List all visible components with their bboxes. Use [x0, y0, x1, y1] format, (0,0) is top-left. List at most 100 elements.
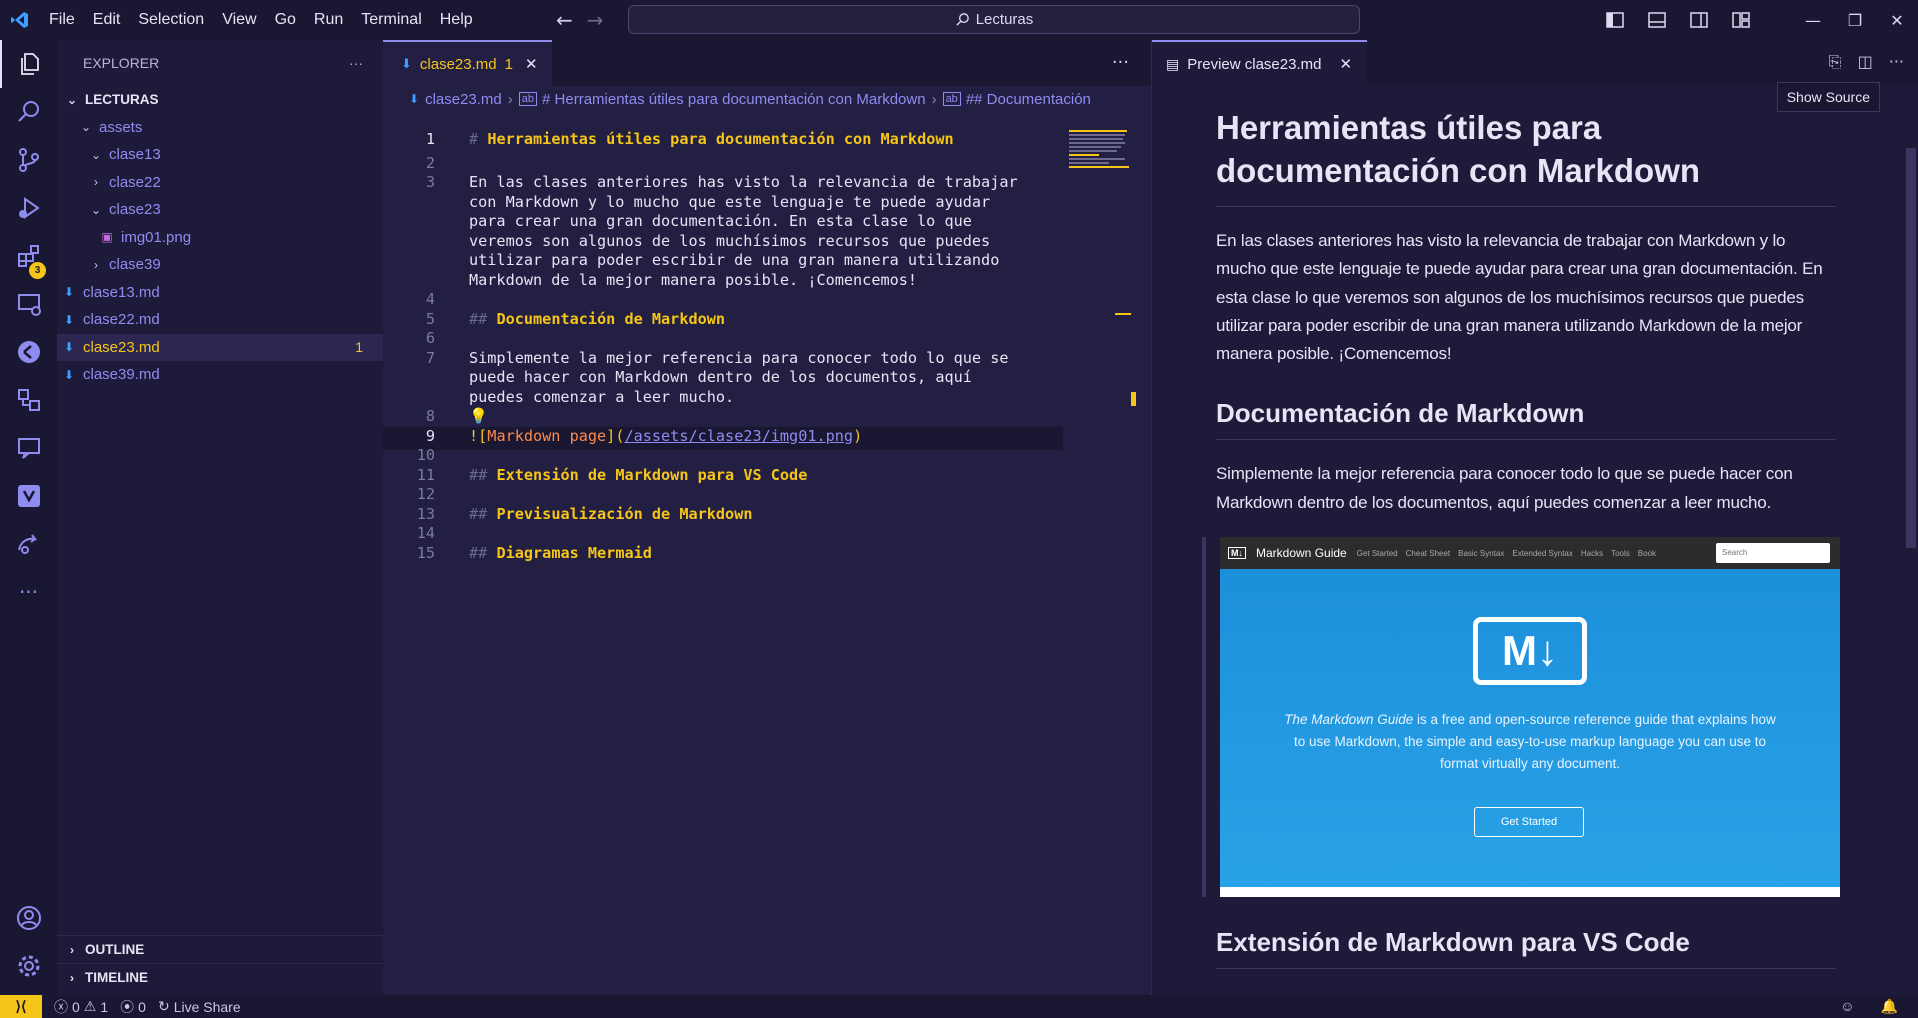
scrollbar-thumb[interactable]: [1906, 148, 1916, 548]
split-editor-icon[interactable]: ◫: [1858, 52, 1873, 72]
menu-view[interactable]: View: [213, 0, 265, 40]
live-share-icon: ↻: [157, 998, 170, 1014]
tree-file-clase13-md[interactable]: ⬇ clase13.md: [57, 279, 383, 307]
live-share-icon[interactable]: [0, 520, 57, 568]
menu-run[interactable]: Run: [305, 0, 352, 40]
menu-go[interactable]: Go: [266, 0, 305, 40]
outline-label: OUTLINE: [85, 942, 145, 957]
source-control-icon[interactable]: [0, 136, 57, 184]
search-icon[interactable]: [0, 88, 57, 136]
breadcrumb-file[interactable]: clase23.md: [425, 91, 502, 108]
notifications-bell-icon[interactable]: 🔔: [1881, 998, 1898, 1015]
more-actions-icon[interactable]: ···: [1889, 52, 1904, 72]
back-arrow-icon[interactable]: ←: [556, 8, 573, 32]
tree-file-img01[interactable]: ▣ img01.png: [57, 224, 383, 252]
live-share-status[interactable]: ↻ Live Share: [158, 998, 241, 1015]
editor-more-icon[interactable]: ···: [1112, 52, 1129, 73]
code-area[interactable]: 1 # Herramientas útiles para documentaci…: [383, 112, 1151, 995]
tree-folder-clase39[interactable]: › clase39: [57, 251, 383, 279]
close-tab-icon[interactable]: ✕: [525, 55, 538, 73]
breadcrumb-separator: ›: [931, 90, 937, 108]
ports-indicator[interactable]: ⦿ 0: [120, 997, 146, 1017]
close-window-icon[interactable]: ✕: [1876, 11, 1918, 30]
toggle-secondary-sidebar-icon[interactable]: [1690, 12, 1732, 28]
preview-scrollbar[interactable]: [1904, 106, 1918, 995]
line-number: 8: [425, 407, 435, 425]
show-source-icon[interactable]: ⎘: [1829, 52, 1842, 72]
preview-image: M↓ Markdown Guide Get Started Cheat Sheet…: [1202, 537, 1840, 898]
explorer-more-icon[interactable]: ···: [349, 55, 363, 71]
command-center-search[interactable]: Lecturas: [628, 5, 1360, 34]
toggle-sidebar-icon[interactable]: [1606, 12, 1648, 28]
line-number: 5: [425, 309, 435, 328]
minimap[interactable]: [1069, 130, 1131, 175]
line-content: # Herramientas útiles para documentación…: [469, 130, 954, 148]
get-started-button: Get Started: [1474, 807, 1584, 838]
image-file-icon: ▣: [101, 230, 113, 245]
settings-gear-icon[interactable]: [0, 942, 57, 990]
tree-folder-clase23[interactable]: ⌄ clase23: [57, 196, 383, 224]
git-graph-icon[interactable]: [0, 328, 57, 376]
line-number: 14: [416, 524, 435, 542]
timeline-section[interactable]: › TIMELINE: [57, 963, 383, 991]
site-hero: M↓ The Markdown Guide is a free and open…: [1220, 569, 1840, 898]
extensions-icon[interactable]: 3: [0, 232, 57, 280]
menu-file[interactable]: File: [40, 0, 84, 40]
site-description: The Markdown Guide is a free and open-so…: [1284, 712, 1776, 772]
explorer-icon[interactable]: [0, 40, 57, 88]
markdown-file-icon: ⬇: [63, 367, 75, 382]
chevron-down-icon: ⌄: [66, 92, 78, 107]
close-tab-icon[interactable]: ✕: [1339, 55, 1352, 73]
preview-tab-bar: ▤ Preview clase23.md ✕ ⎘ ◫ ···: [1152, 40, 1918, 86]
tab-clase23-md[interactable]: ⬇ clase23.md 1 ✕: [383, 40, 552, 86]
tab-preview-clase23[interactable]: ▤ Preview clase23.md ✕: [1152, 40, 1367, 86]
tree-file-clase39-md[interactable]: ⬇ clase39.md: [57, 361, 383, 389]
tree-folder-clase13[interactable]: ⌄ clase13: [57, 141, 383, 169]
copilot-icon[interactable]: ☺: [1840, 998, 1854, 1015]
status-right: ☺ 🔔: [1840, 998, 1898, 1015]
breadcrumb-heading-1[interactable]: # Herramientas útiles para documentación…: [542, 91, 926, 108]
editor-tab-bar: ⬇ clase23.md 1 ✕ ···: [383, 40, 1151, 86]
tree-item-label: clase23: [109, 201, 161, 219]
remote-indicator-icon[interactable]: ⟩⟨: [0, 995, 42, 1018]
chat-icon[interactable]: [0, 424, 57, 472]
chevron-down-icon: ⌄: [80, 120, 92, 135]
forward-arrow-icon[interactable]: →: [587, 8, 604, 32]
toggle-panel-icon[interactable]: [1648, 12, 1690, 28]
menu-selection[interactable]: Selection: [129, 0, 213, 40]
customize-layout-icon[interactable]: [1732, 12, 1774, 28]
minimize-icon[interactable]: —: [1792, 11, 1834, 30]
explorer-header: EXPLORER ···: [57, 40, 383, 86]
remote-explorer-icon[interactable]: [0, 280, 57, 328]
outline-section[interactable]: › OUTLINE: [57, 935, 383, 963]
menu-edit[interactable]: Edit: [84, 0, 130, 40]
tree-folder-assets[interactable]: ⌄ assets: [57, 114, 383, 142]
preview-heading-2: Extensión de Markdown para VS Code: [1216, 927, 1836, 970]
workspace-root[interactable]: ⌄ LECTURAS: [57, 86, 383, 114]
tree-folder-clase22[interactable]: › clase22: [57, 169, 383, 197]
problems-indicator[interactable]: ⓧ 0 ⚠ 1: [54, 997, 108, 1017]
run-debug-icon[interactable]: [0, 184, 57, 232]
lightbulb-icon[interactable]: 💡: [469, 407, 488, 425]
menu-terminal[interactable]: Terminal: [352, 0, 430, 40]
testing-icon[interactable]: [0, 376, 57, 424]
chevron-down-icon: ⌄: [90, 202, 102, 217]
preview-paragraph: En las clases anteriores has visto la re…: [1216, 231, 1823, 364]
site-navbar: M↓ Markdown Guide Get Started Cheat Sheet…: [1220, 537, 1840, 570]
tree-file-clase23-md[interactable]: ⬇ clase23.md 1: [57, 333, 383, 361]
menu-help[interactable]: Help: [431, 0, 482, 40]
markdown-logo-icon: M↓: [1228, 547, 1246, 560]
tree-item-label: clase13.md: [83, 283, 160, 301]
line-number: 1: [425, 130, 435, 148]
breadcrumb-heading-2[interactable]: ## Documentación: [966, 91, 1091, 108]
azure-icon[interactable]: [0, 472, 57, 520]
tree-file-clase22-md[interactable]: ⬇ clase22.md: [57, 306, 383, 334]
preview-tab-label: Preview clase23.md: [1187, 55, 1322, 73]
line-content: En las clases anteriores has visto la re…: [469, 173, 1018, 191]
activity-bar: 3 ···: [0, 40, 57, 995]
preview-toolbar: ⎘ ◫ ···: [1829, 52, 1904, 72]
line-number: 4: [425, 290, 435, 308]
accounts-icon[interactable]: [0, 894, 57, 942]
more-views-icon[interactable]: ···: [0, 568, 57, 616]
restore-icon[interactable]: ❐: [1834, 11, 1876, 30]
